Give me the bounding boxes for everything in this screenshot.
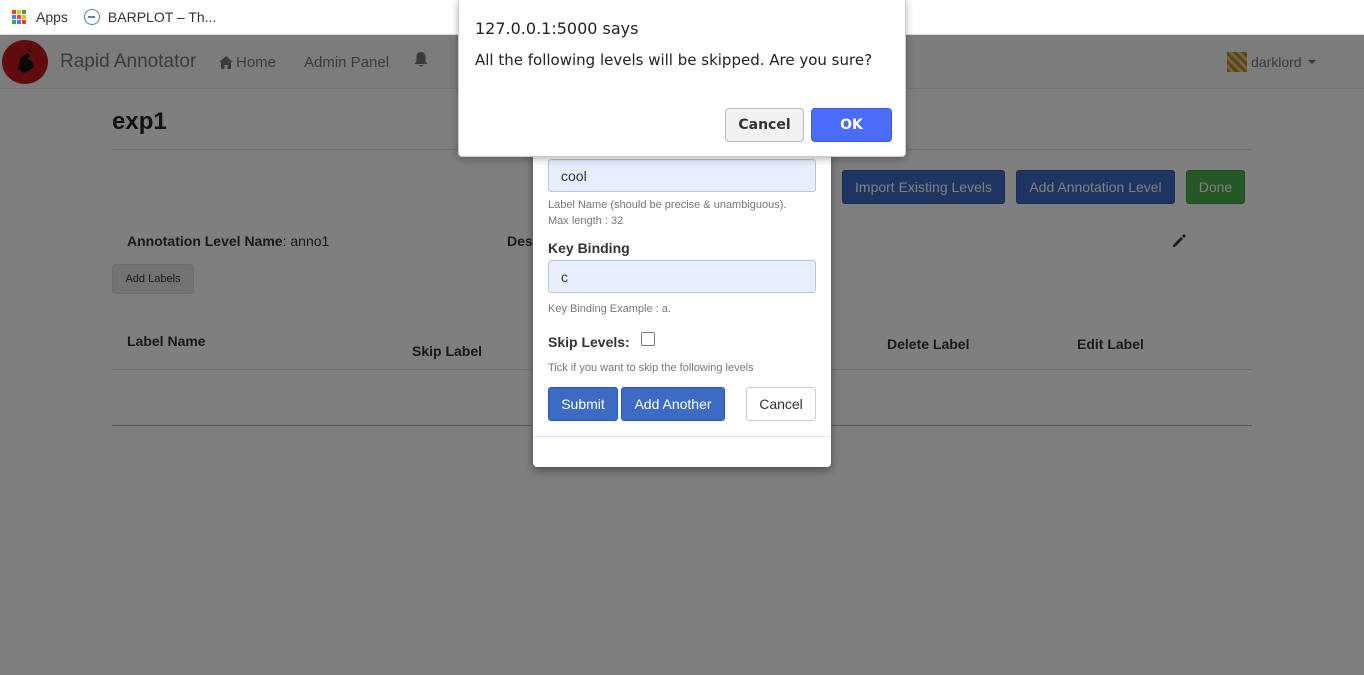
modal-cancel-button[interactable]: Cancel: [746, 387, 816, 421]
add-another-button[interactable]: Add Another: [621, 387, 725, 421]
skip-levels-help: Tick if you want to skip the following l…: [548, 362, 754, 374]
apps-bookmark[interactable]: Apps: [12, 9, 68, 25]
label-name-help-line-2: Max length : 32: [548, 215, 624, 227]
add-label-modal: cool Label Name (should be precise & una…: [533, 120, 831, 467]
skip-levels-checkbox[interactable]: [641, 332, 655, 346]
label-name-input[interactable]: cool: [548, 159, 816, 192]
confirm-dialog-message: All the following levels will be skipped…: [475, 51, 873, 69]
key-binding-input[interactable]: c: [548, 260, 816, 293]
confirm-cancel-button[interactable]: Cancel: [725, 108, 804, 142]
modal-footer-divider: [533, 436, 831, 437]
skip-levels-label: Skip Levels:: [548, 334, 630, 350]
confirm-dialog: 127.0.0.1:5000 says All the following le…: [458, 0, 906, 157]
barplot-bookmark-label: BARPLOT – Th...: [107, 9, 217, 25]
confirm-ok-button[interactable]: OK: [811, 108, 892, 142]
submit-button[interactable]: Submit: [548, 387, 618, 421]
apps-grid-icon: [12, 10, 26, 24]
barplot-bookmark[interactable]: BARPLOT – Th...: [83, 9, 217, 25]
apps-label: Apps: [36, 9, 68, 25]
globe-icon: [83, 9, 100, 25]
label-name-help-line-1: Label Name (should be precise & unambigu…: [548, 199, 787, 211]
key-binding-help: Key Binding Example : a.: [548, 303, 671, 315]
label-name-help: Label Name (should be precise & unambigu…: [548, 197, 786, 229]
key-binding-label: Key Binding: [548, 240, 630, 256]
confirm-dialog-title: 127.0.0.1:5000 says: [475, 19, 639, 38]
